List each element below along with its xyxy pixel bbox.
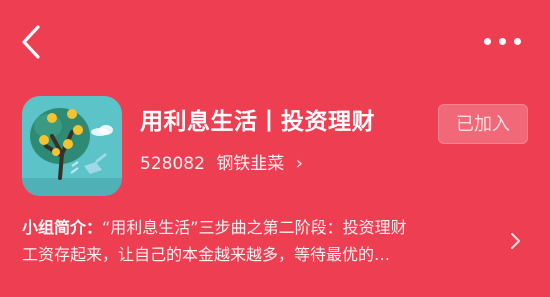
group-name: 用利息生活丨投资理财 — [140, 109, 375, 135]
chevron-right-icon: › — [295, 153, 303, 174]
back-button[interactable] — [18, 24, 46, 60]
top-bar — [0, 0, 550, 84]
more-button[interactable] — [478, 34, 526, 50]
group-avatar[interactable] — [22, 96, 122, 196]
chevron-left-icon — [22, 25, 40, 59]
intro-line-2: 工资存起来，让自己的本金越来越多，等待最优的… — [22, 245, 391, 264]
intro-expand-button[interactable] — [508, 229, 524, 253]
group-id: 528082 — [140, 154, 205, 174]
intro-label: 小组简介： — [22, 218, 103, 237]
group-intro[interactable]: 小组简介：“用利息生活”三步曲之第二阶段：投资理财 工资存起来，让自己的本金越来… — [22, 214, 492, 274]
money-tree-icon — [22, 96, 122, 196]
joined-button[interactable]: 已加入 — [438, 104, 528, 144]
group-header: 用利息生活丨投资理财 528082 钢铁韭菜 › 已加入 — [0, 96, 550, 196]
group-owner: 钢铁韭菜 — [216, 154, 285, 174]
ellipsis-icon — [484, 38, 491, 45]
intro-line-1: “用利息生活”三步曲之第二阶段：投资理财 — [102, 218, 407, 237]
group-meta[interactable]: 528082 钢铁韭菜 › — [140, 150, 303, 178]
chevron-right-icon — [511, 233, 520, 249]
